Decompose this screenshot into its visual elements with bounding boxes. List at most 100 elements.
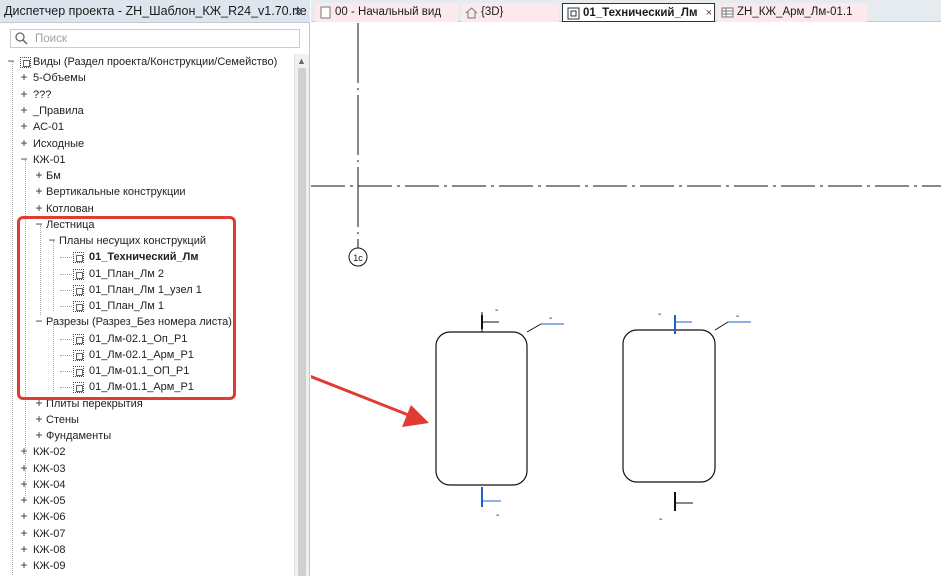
- tree-item-label: КЖ-09: [33, 560, 66, 572]
- expand-icon[interactable]: +: [19, 477, 29, 492]
- scroll-up-icon[interactable]: ▲: [297, 56, 306, 66]
- tree-item[interactable]: + Котлован: [0, 201, 294, 217]
- tree-item-label: КЖ-03: [33, 463, 66, 475]
- expand-icon[interactable]: +: [19, 558, 29, 573]
- annotation-arrow: [311, 374, 429, 427]
- collapse-icon[interactable]: −: [6, 54, 16, 69]
- plan-icon: [567, 7, 580, 20]
- tree-item-label: Котлован: [46, 203, 94, 215]
- tree-connector: [12, 62, 13, 576]
- expand-icon[interactable]: +: [34, 428, 44, 443]
- expand-icon[interactable]: +: [19, 70, 29, 85]
- tree-item[interactable]: + КЖ-09: [0, 558, 294, 574]
- tree-item[interactable]: + Стены: [0, 412, 294, 428]
- tree-item-label: Виды (Раздел проекта/Конструкции/Семейст…: [33, 56, 278, 68]
- page-icon: [320, 6, 331, 19]
- house-icon: [465, 7, 478, 19]
- tab-label: {3D}: [481, 6, 504, 18]
- tree-item-label: Стены: [46, 414, 79, 426]
- tree-item[interactable]: + Вертикальные конструкции: [0, 184, 294, 200]
- highlight-annotation: [17, 216, 236, 400]
- tree-item-label: КЖ-01: [33, 154, 66, 166]
- close-icon[interactable]: ×: [291, 0, 305, 23]
- tree-item[interactable]: + Исходные: [0, 136, 294, 152]
- tree-scrollbar[interactable]: ▲: [294, 54, 309, 576]
- tree-item-label: КЖ-02: [33, 446, 66, 458]
- tree-item-label: КЖ-08: [33, 544, 66, 556]
- views-icon: [20, 57, 31, 68]
- project-browser-title: Диспетчер проекта - ZH_Шаблон_КЖ_R24_v1.…: [0, 0, 310, 23]
- tab-technical-lm[interactable]: 01_Технический_Лм ×: [562, 3, 715, 22]
- tree-item[interactable]: + _Правила: [0, 103, 294, 119]
- tree-item[interactable]: +???: [0, 87, 294, 103]
- tree-item-label: Вертикальные конструкции: [46, 186, 186, 198]
- tab-start-view[interactable]: 00 - Начальный вид: [315, 3, 458, 22]
- tag-mark: -: [496, 510, 499, 521]
- expand-icon[interactable]: +: [19, 136, 29, 151]
- expand-icon[interactable]: +: [34, 201, 44, 216]
- tree-item-label: КЖ-05: [33, 495, 66, 507]
- tree-item[interactable]: + Фундаменты: [0, 428, 294, 444]
- tree-item-label: КЖ-07: [33, 528, 66, 540]
- tree-item[interactable]: − КЖ-01: [0, 152, 294, 168]
- search-input[interactable]: [10, 29, 300, 48]
- drawing-canvas[interactable]: 1с - - - - - -: [311, 23, 941, 576]
- expand-icon[interactable]: +: [19, 509, 29, 524]
- tab-label: ZH_КЖ_Арм_Лм-01.1: [737, 6, 853, 18]
- tab-3d[interactable]: {3D}: [461, 3, 559, 22]
- tree-item[interactable]: + Бм: [0, 168, 294, 184]
- section-mark-top-2[interactable]: [674, 315, 692, 334]
- section-mark-bottom-1[interactable]: [481, 487, 501, 507]
- tree-item-label: КЖ-04: [33, 479, 66, 491]
- expand-icon[interactable]: +: [19, 493, 29, 508]
- tab-label: 01_Технический_Лм: [583, 7, 698, 19]
- tree-item-label: _Правила: [33, 105, 84, 117]
- tab-sheet[interactable]: ZH_КЖ_Арм_Лм-01.1: [717, 3, 867, 22]
- tag-mark: -: [736, 311, 739, 322]
- scroll-thumb[interactable]: [298, 68, 306, 576]
- expand-icon[interactable]: +: [19, 103, 29, 118]
- tree-item-label: ???: [33, 89, 52, 101]
- tree-item-label: Исходные: [33, 138, 85, 150]
- grid-bubble-label: 1с: [353, 253, 363, 263]
- tree-item[interactable]: +5-Объемы: [0, 70, 294, 86]
- tree-item[interactable]: + КЖ-07: [0, 526, 294, 542]
- expand-icon[interactable]: +: [19, 542, 29, 557]
- sheet-icon: [721, 7, 734, 18]
- expand-icon[interactable]: +: [19, 444, 29, 459]
- tree-item[interactable]: + КЖ-08: [0, 542, 294, 558]
- tree-item-label: Фундаменты: [46, 430, 112, 442]
- tab-close-icon[interactable]: ×: [706, 4, 712, 23]
- search-icon: [15, 32, 28, 45]
- tree-item[interactable]: + КЖ-02: [0, 444, 294, 460]
- tag-mark: -: [549, 313, 552, 324]
- stair-element-1[interactable]: [435, 331, 528, 486]
- stair-element-2[interactable]: [622, 329, 716, 483]
- tree-item[interactable]: + КЖ-03: [0, 461, 294, 477]
- tree-item-label: 5-Объемы: [33, 72, 86, 84]
- tag-mark: -: [658, 309, 661, 320]
- expand-icon[interactable]: +: [19, 526, 29, 541]
- tree-item[interactable]: + КЖ-05: [0, 493, 294, 509]
- expand-icon[interactable]: +: [34, 184, 44, 199]
- expand-icon[interactable]: +: [19, 461, 29, 476]
- tree-item[interactable]: − Виды (Раздел проекта/Конструкции/Семейс…: [0, 54, 294, 70]
- tree-item[interactable]: + КЖ-06: [0, 509, 294, 525]
- section-mark-bottom-2[interactable]: [674, 492, 693, 511]
- expand-icon[interactable]: +: [34, 412, 44, 427]
- tree-item[interactable]: + АС-01: [0, 119, 294, 135]
- tag-mark: -: [495, 305, 498, 316]
- collapse-icon[interactable]: −: [19, 152, 29, 167]
- tag-mark: -: [659, 514, 662, 525]
- tree-item-label: Бм: [46, 170, 61, 182]
- leader-line: [714, 321, 729, 331]
- expand-icon[interactable]: +: [19, 119, 29, 134]
- leader-line: [526, 323, 542, 333]
- tree-item-label: КЖ-06: [33, 511, 66, 523]
- tree-item-label: АС-01: [33, 121, 64, 133]
- view-tabs: 00 - Начальный вид {3D} 01_Технический_Л…: [311, 0, 941, 22]
- expand-icon[interactable]: +: [34, 168, 44, 183]
- expand-icon[interactable]: +: [19, 87, 29, 102]
- tree-item[interactable]: + КЖ-04: [0, 477, 294, 493]
- tab-label: 00 - Начальный вид: [335, 6, 442, 18]
